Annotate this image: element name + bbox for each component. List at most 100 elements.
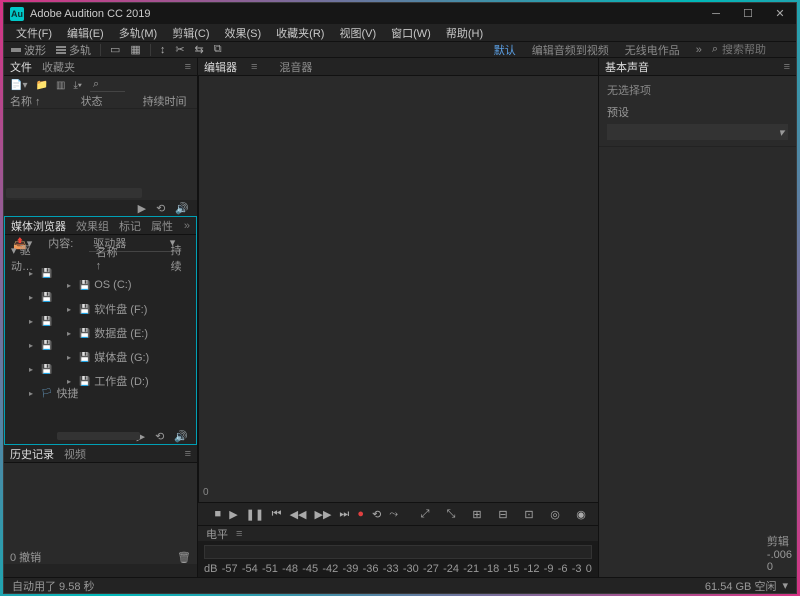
view-waveform-button[interactable]: 波形 [8, 42, 49, 58]
separator [150, 44, 151, 56]
col-name[interactable]: 名称 ↑ [10, 93, 41, 109]
menu-clip[interactable]: 剪辑(C) [166, 24, 215, 42]
menu-file[interactable]: 文件(F) [10, 24, 58, 42]
new-file-icon[interactable]: 📄▾ [10, 80, 27, 91]
editor-canvas[interactable]: 0 [198, 76, 598, 502]
drive-item[interactable]: ▸💾媒体盘 (G:) [5, 351, 196, 363]
drive-item[interactable]: ▸💾工作盘 (D:) [5, 375, 196, 387]
workspace-overflow-button[interactable]: » [690, 44, 708, 56]
menu-effects[interactable]: 效果(S) [219, 24, 268, 42]
insert-icon[interactable]: ⤓▾ [73, 80, 82, 91]
no-selection-label: 无选择项 [599, 76, 796, 104]
workspace-radio[interactable]: 无线电作品 [619, 42, 686, 58]
col-status[interactable]: 状态 [81, 93, 103, 109]
view-multitrack-button[interactable]: 多轨 [53, 42, 94, 58]
drive-icon: 💾 [41, 340, 52, 351]
loop-preview-button[interactable]: ⟲ [156, 202, 165, 215]
fastfwd-button[interactable]: ▶▶ [314, 508, 331, 521]
tab-favorites[interactable]: 收藏夹 [42, 59, 75, 75]
horizontal-scrollbar[interactable] [57, 432, 140, 440]
skip-button[interactable]: ⤳ [389, 508, 398, 521]
history-settings-icon[interactable]: 🗑 [177, 551, 191, 564]
tab-mixer[interactable]: 混音器 [279, 59, 312, 75]
tab-effects-rack[interactable]: 效果组 [76, 218, 109, 234]
menu-edit[interactable]: 编辑(E) [61, 24, 110, 42]
menu-favorites[interactable]: 收藏夹(R) [270, 24, 330, 42]
drive-item[interactable]: ▸💾数据盘 (E:) [5, 327, 196, 339]
tab-essential-sound[interactable]: 基本声音 [605, 59, 649, 75]
drive-item[interactable]: ▸💾软件盘 (F:) [5, 303, 196, 315]
tool-razor[interactable]: ✂ [172, 43, 187, 56]
tool-time[interactable]: ⧉ [211, 43, 225, 56]
status-bar: 自动用了 9.58 秒 61.54 GB 空闲 ▾ [4, 577, 796, 593]
help-search-input[interactable] [722, 44, 792, 56]
tab-history[interactable]: 历史记录 [10, 446, 54, 462]
tool-spectral[interactable]: ▦ [127, 43, 143, 56]
status-message: 自动用了 9.58 秒 [12, 578, 95, 594]
workspace-default[interactable]: 默认 [488, 42, 522, 58]
preset-dropdown[interactable]: ▾ [607, 124, 788, 140]
history-panel-menu[interactable]: ≡ [185, 448, 191, 460]
help-search[interactable]: ⌕ [712, 43, 792, 56]
zoom-full-button[interactable]: ⊞ [468, 508, 486, 521]
horizontal-scrollbar[interactable] [6, 188, 142, 198]
pause-button[interactable]: ❚❚ [246, 508, 264, 521]
col-duration[interactable]: 持续时间 [143, 93, 187, 109]
menu-view[interactable]: 视图(V) [333, 24, 382, 42]
stop-button[interactable]: ■ [215, 508, 222, 520]
zoom-out-button[interactable]: ⤡ [442, 508, 460, 521]
app-logo-icon: Au [10, 7, 24, 21]
title-bar: Au Adobe Audition CC 2019 ─ ☐ ✕ [4, 3, 796, 24]
level-meter [204, 545, 592, 559]
drive-icon: 💾 [41, 268, 52, 279]
autoplay-button[interactable]: 🔊 [175, 202, 189, 215]
flag-icon: 🏳 [41, 388, 52, 399]
zoom-in-button[interactable]: ⤢ [416, 508, 434, 521]
zoom-reset-button[interactable]: ◉ [572, 508, 590, 521]
history-panel: 历史记录 视频 ≡ 0 撤销 🗑 [4, 445, 197, 564]
drive-tree: ▸💾 ▸💾OS (C:) ▸💾 ▸💾软件盘 (F:) ▸💾 ▸💾数据盘 (E:)… [5, 265, 196, 428]
tab-properties[interactable]: 属性 [151, 218, 173, 234]
tool-move[interactable]: ↕ [157, 44, 169, 56]
zoom-sel-button[interactable]: ⊟ [494, 508, 512, 521]
essential-sound-panel: 基本声音 ≡ 无选择项 预设 ▾ 剪辑 -.006 0 [598, 58, 796, 577]
tool-slip[interactable]: ⇆ [192, 43, 207, 56]
tab-video[interactable]: 视频 [64, 446, 86, 462]
files-panel: 文件 收藏夹 ≡ 📄▾ 📁 ▥ ⤓▾ ⌕ 名称 ↑ 状态 持续时间 [4, 58, 197, 216]
autoplay-button[interactable]: 🔊 [174, 430, 188, 443]
loop-preview-button[interactable]: ⟲ [155, 430, 164, 443]
prev-button[interactable]: ⏮ [272, 508, 282, 521]
status-settings-icon[interactable]: ▾ [782, 579, 788, 592]
tab-media-browser[interactable]: 媒体浏览器 [11, 218, 66, 234]
tab-editor[interactable]: 编辑器 [204, 59, 237, 75]
menu-help[interactable]: 帮助(H) [440, 24, 489, 42]
workspace-edit-to-video[interactable]: 编辑音频到视频 [526, 42, 615, 58]
drive-item[interactable]: ▸💾OS (C:) [5, 279, 196, 291]
tab-files[interactable]: 文件 [10, 59, 32, 75]
open-file-icon[interactable]: 📁 [35, 80, 47, 91]
play-preview-button[interactable]: ▶ [138, 202, 146, 215]
rewind-button[interactable]: ◀◀ [290, 508, 307, 521]
minimize-button[interactable]: ─ [700, 4, 732, 24]
menu-window[interactable]: 窗口(W) [385, 24, 437, 42]
menu-multitrack[interactable]: 多轨(M) [113, 24, 164, 42]
tool-hud[interactable]: ▭ [107, 43, 123, 56]
close-button[interactable]: ✕ [764, 4, 796, 24]
maximize-button[interactable]: ☐ [732, 4, 764, 24]
zoom-out-pt-button[interactable]: ◎ [546, 508, 564, 521]
ruler-zero: 0 [203, 487, 209, 498]
stack-icon[interactable]: ▥ [56, 80, 65, 91]
play-button[interactable]: ▶ [229, 508, 237, 521]
drive-icon: 💾 [79, 304, 90, 315]
record-button[interactable]: ● [357, 508, 364, 520]
next-button[interactable]: ⏭ [339, 508, 349, 521]
zoom-in-pt-button[interactable]: ⊡ [520, 508, 538, 521]
search-icon: ⌕ [712, 43, 718, 56]
media-panel-overflow[interactable]: » [184, 220, 190, 232]
loop-button[interactable]: ⟲ [372, 508, 381, 521]
drive-icon: 💾 [79, 352, 90, 363]
files-panel-menu[interactable]: ≡ [185, 61, 191, 73]
essential-sound-menu[interactable]: ≡ [784, 61, 790, 73]
editor-panel-menu[interactable]: ≡ [251, 61, 257, 73]
tab-markers[interactable]: 标记 [119, 218, 141, 234]
